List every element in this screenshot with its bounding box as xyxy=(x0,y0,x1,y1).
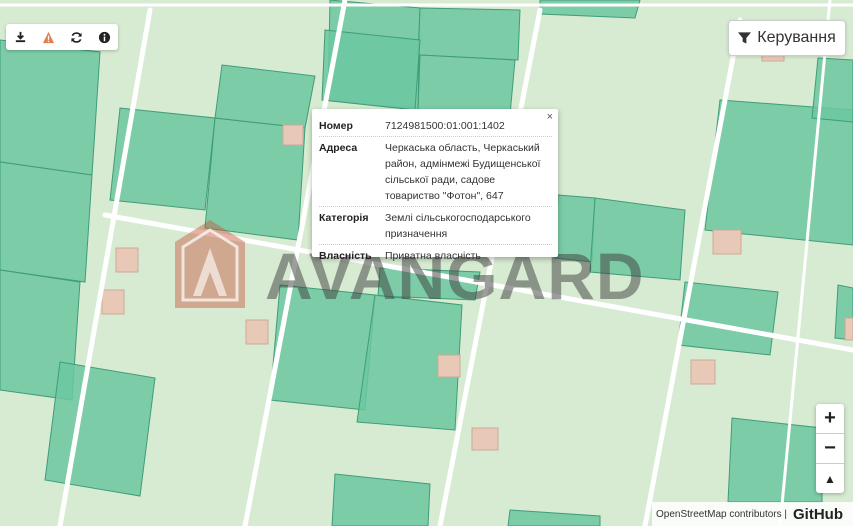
popup-row-ownership: Власність Приватна власність xyxy=(319,245,552,266)
download-icon xyxy=(15,31,25,42)
land-category: Землі сільськогосподарського призначення xyxy=(385,212,531,240)
filter-icon xyxy=(738,32,752,44)
osm-attribution-link[interactable]: OpenStreetMap contributors | xyxy=(656,509,787,520)
refresh-button[interactable] xyxy=(62,24,90,50)
popup-label: Категорія xyxy=(319,212,369,224)
parcel-info-popup: × Номер 7124981500:01:001:1402 Адреса Че… xyxy=(312,109,558,262)
manage-button-label: Керування xyxy=(757,29,836,46)
manage-button[interactable]: Керування xyxy=(728,20,846,56)
info-button[interactable] xyxy=(90,24,118,50)
download-button[interactable] xyxy=(6,24,34,50)
popup-label: Номер xyxy=(319,120,353,132)
cadastral-number: 7124981500:01:001:1402 xyxy=(385,120,505,132)
reset-north-button[interactable]: ▲ xyxy=(816,464,844,493)
info-icon xyxy=(98,31,110,43)
zoom-control: + − ▲ xyxy=(816,404,844,493)
popup-row-address: Адреса Черкаська область, Черкаський рай… xyxy=(319,137,552,207)
popup-label: Адреса xyxy=(319,142,358,154)
ownership-type: Приватна власність xyxy=(385,250,481,262)
map-toolbar xyxy=(6,24,118,50)
zoom-out-button[interactable]: − xyxy=(816,434,844,464)
popup-row-number: Номер 7124981500:01:001:1402 xyxy=(319,115,552,137)
parcel-address: Черкаська область, Черкаський район, адм… xyxy=(385,142,541,202)
map-attribution: OpenStreetMap contributors | GitHub xyxy=(652,502,853,526)
github-link[interactable]: GitHub xyxy=(793,506,843,523)
refresh-icon xyxy=(70,31,82,43)
warning-icon xyxy=(42,31,54,43)
popup-close-button[interactable]: × xyxy=(547,111,553,123)
warning-button[interactable] xyxy=(34,24,62,50)
popup-row-category: Категорія Землі сільськогосподарського п… xyxy=(319,207,552,245)
popup-label: Власність xyxy=(319,250,372,262)
zoom-in-button[interactable]: + xyxy=(816,404,844,434)
